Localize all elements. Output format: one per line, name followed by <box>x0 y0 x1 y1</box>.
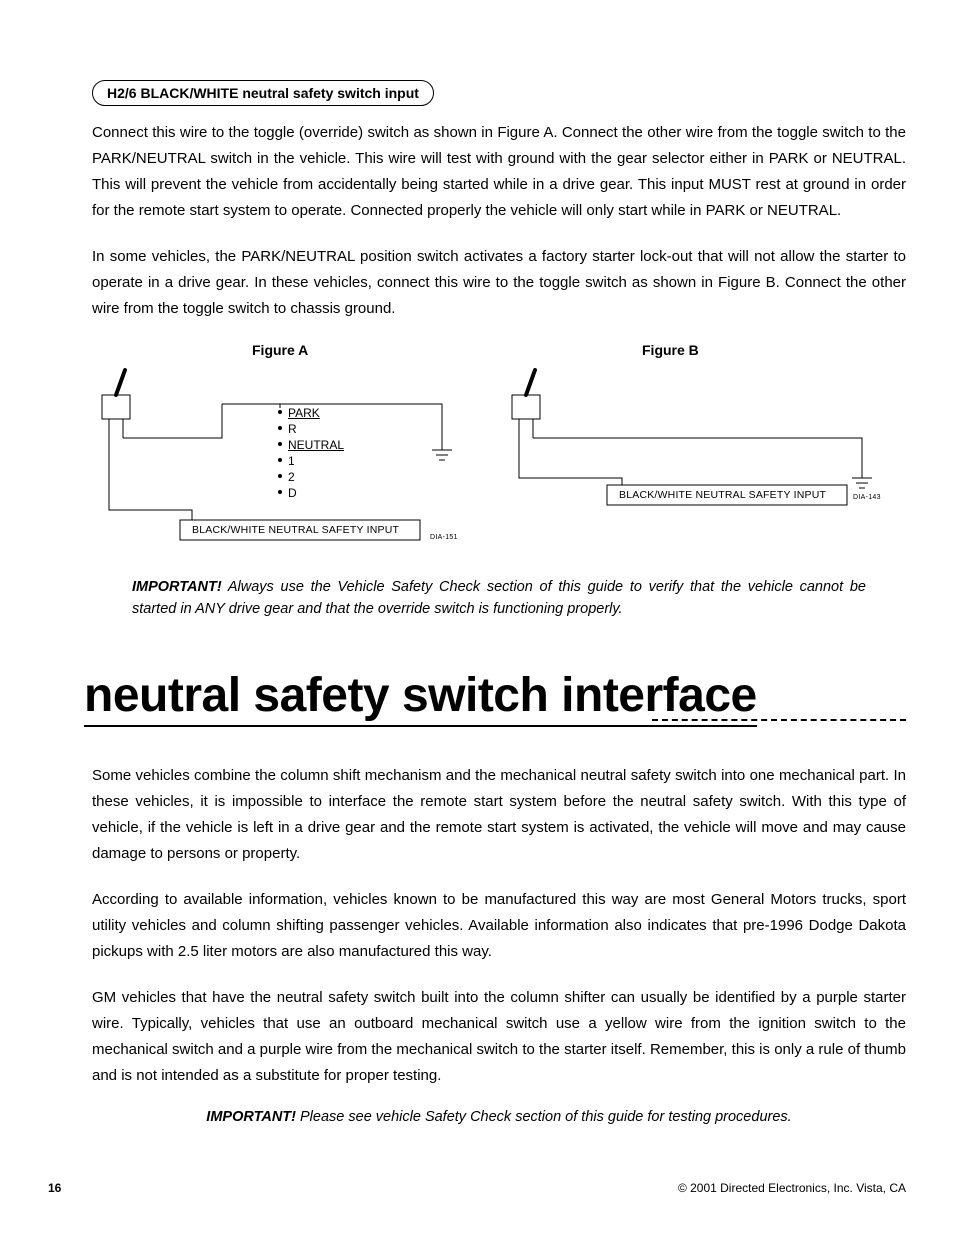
pill-header: H2/6 BLACK/WHITE neutral safety switch i… <box>92 80 434 106</box>
page: H2/6 BLACK/WHITE neutral safety switch i… <box>0 0 954 1235</box>
page-footer: 16 © 2001 Directed Electronics, Inc. Vis… <box>48 1181 906 1195</box>
figure-a-diagram <box>92 360 472 550</box>
figure-a-caption: Figure A <box>252 342 308 358</box>
important-note-2: IMPORTANT! Please see vehicle Safety Che… <box>92 1109 906 1125</box>
gear-label: PARK <box>288 405 344 421</box>
section-heading: neutral safety switch interface <box>84 668 757 727</box>
figure-b-caption: Figure B <box>642 342 699 358</box>
figure-b-input-label: BLACK/WHITE NEUTRAL SAFETY INPUT <box>619 489 826 501</box>
gear-label: R <box>288 421 344 437</box>
important-body: Always use the Vehicle Safety Check sect… <box>132 579 866 617</box>
gear-label: 2 <box>288 469 344 485</box>
section-body: Some vehicles combine the column shift m… <box>92 763 906 1089</box>
important-lead: IMPORTANT! <box>206 1109 296 1125</box>
section-heading-row: neutral safety switch interface <box>92 620 906 727</box>
paragraph: GM vehicles that have the neutral safety… <box>92 985 906 1089</box>
intro-text: Connect this wire to the toggle (overrid… <box>92 120 906 322</box>
gear-label: NEUTRAL <box>288 437 344 453</box>
figures-row: Figure A Figure B <box>92 342 906 552</box>
important-note: IMPORTANT! Always use the Vehicle Safety… <box>132 576 866 620</box>
paragraph: Connect this wire to the toggle (overrid… <box>92 120 906 224</box>
gear-label: D <box>288 485 344 501</box>
important-lead: IMPORTANT! <box>132 579 222 595</box>
important-body: Please see vehicle Safety Check section … <box>296 1109 792 1125</box>
figure-a-input-label: BLACK/WHITE NEUTRAL SAFETY INPUT <box>192 524 399 536</box>
page-number: 16 <box>48 1181 61 1195</box>
copyright: © 2001 Directed Electronics, Inc. Vista,… <box>678 1181 906 1195</box>
paragraph: Some vehicles combine the column shift m… <box>92 763 906 867</box>
paragraph: In some vehicles, the PARK/NEUTRAL posit… <box>92 244 906 322</box>
figure-a-gear-labels: PARK R NEUTRAL 1 2 D <box>288 405 344 501</box>
paragraph: According to available information, vehi… <box>92 887 906 965</box>
figure-b-code: DIA-143 <box>853 494 881 501</box>
figure-a-code: DIA-151 <box>430 534 458 541</box>
gear-label: 1 <box>288 453 344 469</box>
